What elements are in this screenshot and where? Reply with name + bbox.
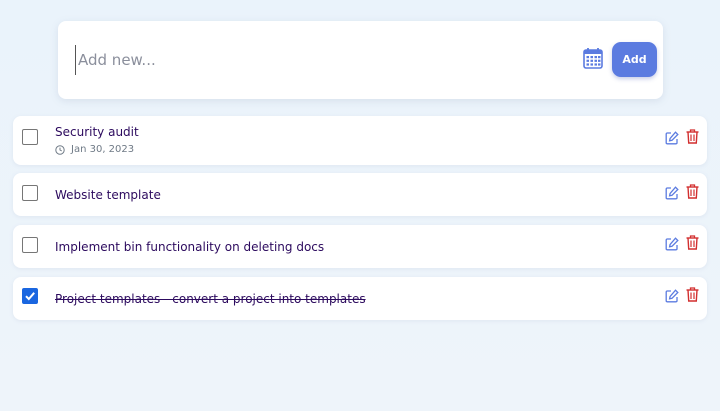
delete-icon[interactable] <box>686 235 699 250</box>
clock-icon <box>55 144 65 155</box>
todo-title: Security audit <box>55 125 139 139</box>
checkmark-icon <box>25 292 35 301</box>
todo-title: Website template <box>55 188 161 202</box>
edit-icon[interactable] <box>665 185 679 200</box>
edit-icon[interactable] <box>665 236 679 251</box>
todo-date-text: Jan 30, 2023 <box>71 144 135 155</box>
todo-title: Implement bin functionality on deleting … <box>55 240 325 254</box>
todo-due-date: Jan 30, 2023 <box>55 144 134 155</box>
delete-icon[interactable] <box>686 287 699 302</box>
todo-item: Website template <box>13 173 707 216</box>
todo-item: Implement bin functionality on deleting … <box>13 225 707 268</box>
add-todo-card: Add <box>58 21 663 99</box>
todo-checkbox[interactable] <box>22 129 38 145</box>
todo-checkbox[interactable] <box>22 185 38 201</box>
todo-checkbox[interactable] <box>22 237 38 253</box>
todo-checkbox-checked[interactable] <box>22 288 38 304</box>
delete-icon[interactable] <box>686 184 699 199</box>
edit-icon[interactable] <box>665 288 679 303</box>
add-todo-input[interactable] <box>75 45 558 75</box>
delete-icon[interactable] <box>686 129 699 144</box>
todo-item: Project templates - convert a project in… <box>13 277 707 320</box>
edit-icon[interactable] <box>665 130 679 145</box>
todo-item: Security audit Jan 30, 2023 <box>13 116 707 165</box>
add-button[interactable]: Add <box>612 42 657 77</box>
todo-title: Project templates - convert a project in… <box>55 292 366 306</box>
calendar-icon[interactable] <box>583 47 603 69</box>
